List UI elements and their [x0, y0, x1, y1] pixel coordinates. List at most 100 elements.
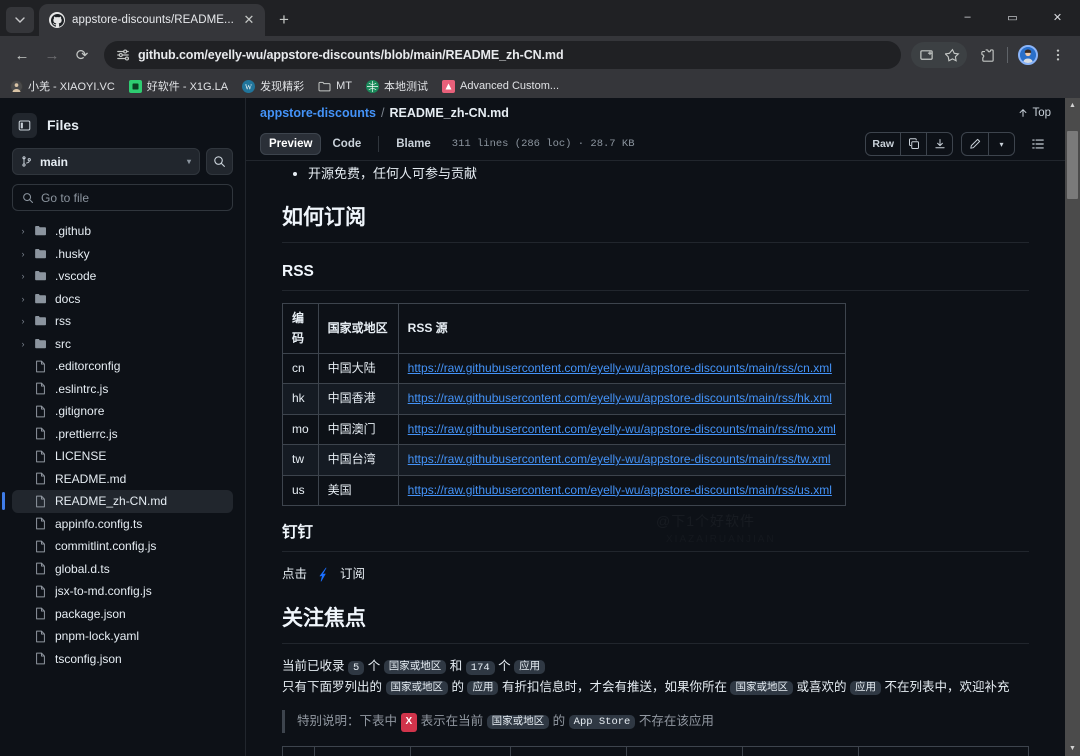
tree-item-package-json[interactable]: ›package.json: [12, 603, 233, 626]
tree-item-pnpm-lock-yaml[interactable]: ›pnpm-lock.yaml: [12, 625, 233, 648]
window-controls: – ▭ ✕: [945, 0, 1080, 34]
tree-item--vscode[interactable]: › .vscode: [12, 265, 233, 288]
dingtalk-prefix: 点击: [282, 567, 308, 582]
tree-item-readme-md[interactable]: ›README.md: [12, 468, 233, 491]
puzzle-icon[interactable]: [973, 41, 1001, 69]
cell-region: 美国: [317, 474, 399, 507]
tree-item-label: .gitignore: [55, 404, 105, 419]
tab-code[interactable]: Code: [323, 133, 370, 155]
go-to-file-placeholder: Go to file: [41, 190, 90, 205]
bookmark-label: 发现精彩: [260, 81, 305, 93]
minimize-button[interactable]: –: [945, 0, 990, 34]
bookmark-item[interactable]: W 发现精彩: [242, 78, 304, 94]
new-tab-button[interactable]: +: [271, 7, 297, 33]
dingtalk-suffix: 订阅: [340, 567, 366, 582]
chevron-right-icon: ›: [21, 271, 25, 282]
focus-p2-b: 的: [451, 680, 464, 695]
tune-icon[interactable]: [116, 48, 130, 62]
scroll-down-icon[interactable]: ▼: [1065, 741, 1080, 756]
tab-search-button[interactable]: [6, 7, 34, 33]
cast-icon[interactable]: [913, 42, 939, 68]
col-header-feed: RSS 源: [397, 303, 846, 355]
rss-feed-link[interactable]: https://raw.githubusercontent.com/eyelly…: [408, 452, 831, 466]
file-actions: Raw ▾: [865, 132, 1051, 156]
edit-group: ▾: [961, 132, 1015, 156]
maximize-button[interactable]: ▭: [990, 0, 1035, 34]
scroll-up-icon[interactable]: ▲: [1065, 98, 1080, 113]
copy-icon[interactable]: [900, 133, 926, 155]
rss-table: 编码 国家或地区 RSS 源 cn 中国大陆 https://raw.githubu…: [282, 303, 846, 507]
tree-item-jsx-to-md-config-js[interactable]: ›jsx-to-md.config.js: [12, 580, 233, 603]
top-link-label: Top: [1032, 107, 1051, 119]
col-header-cn: 中国大陆 (cn): [410, 745, 511, 756]
sidebar-toggle-icon[interactable]: [12, 112, 37, 138]
tree-item-tsconfig-json[interactable]: ›tsconfig.json: [12, 648, 233, 671]
dingtalk-icon[interactable]: [314, 565, 333, 584]
tab-preview[interactable]: Preview: [260, 133, 322, 155]
rss-feed-link[interactable]: https://raw.githubusercontent.com/eyelly…: [408, 391, 832, 405]
page-scrollbar[interactable]: ▲ ▼: [1065, 98, 1080, 756]
download-icon[interactable]: [926, 133, 952, 155]
tree-item--github[interactable]: › .github: [12, 220, 233, 243]
branch-selector[interactable]: main ▾: [12, 148, 200, 175]
bookmark-item[interactable]: 本地测试: [365, 78, 428, 94]
browser-window: appstore-discounts/README... ✕ + – ▭ ✕ ←…: [0, 0, 1080, 756]
go-to-file-input[interactable]: Go to file: [12, 184, 233, 211]
markdown-scroll-region[interactable]: 完善 开源免费，任何人可参与贡献 如何订阅 RSS 编码 国家或地区 RSS 源: [246, 161, 1065, 756]
tree-item-global-d-ts[interactable]: ›global.d.ts: [12, 558, 233, 581]
close-window-button[interactable]: ✕: [1035, 0, 1080, 34]
tree-item-src[interactable]: › src: [12, 333, 233, 356]
tree-item-label: .husky: [55, 246, 90, 261]
tree-item--editorconfig[interactable]: ›.editorconfig: [12, 355, 233, 378]
file-meta: 311 lines (286 loc) · 28.7 KB: [451, 138, 635, 150]
file-icon: [34, 630, 49, 643]
branch-row: main ▾: [12, 148, 233, 175]
tree-item--gitignore[interactable]: ›.gitignore: [12, 400, 233, 423]
tree-item--prettierrc-js[interactable]: ›.prettierrc.js: [12, 423, 233, 446]
star-icon[interactable]: [939, 42, 965, 68]
file-tree: › .github › .husky › .vscode › docs › rss › src ›.ed…: [2, 220, 233, 671]
tree-item-license[interactable]: ›LICENSE: [12, 445, 233, 468]
bookmark-label: MT: [336, 80, 352, 92]
bookmark-item[interactable]: Advanced Custom...: [441, 79, 559, 93]
branch-name: main: [40, 154, 69, 169]
pencil-icon[interactable]: [962, 133, 988, 155]
outline-icon[interactable]: [1025, 132, 1051, 156]
file-toolbar: Preview Code Blame 311 lines (286 loc) ·…: [246, 128, 1065, 161]
tab-blame[interactable]: Blame: [387, 133, 440, 155]
scrollbar-thumb[interactable]: [1067, 131, 1078, 199]
tree-item-rss[interactable]: › rss: [12, 310, 233, 333]
back-button[interactable]: ←: [8, 41, 36, 69]
sidebar-search-button[interactable]: [206, 148, 233, 175]
edit-dropdown-caret[interactable]: ▾: [988, 133, 1014, 155]
bookmark-item[interactable]: 好软件 - X1G.LA: [128, 78, 228, 94]
breadcrumb-repo[interactable]: appstore-discounts: [260, 106, 376, 120]
tree-item-label: LICENSE: [55, 449, 107, 464]
bookmark-folder[interactable]: MT: [318, 80, 352, 93]
raw-button[interactable]: Raw: [866, 133, 900, 155]
forward-button[interactable]: →: [38, 41, 66, 69]
focus-paragraph-1: 当前已收录 5 个 国家或地区 和 174 个 应用: [282, 656, 1029, 678]
close-icon[interactable]: ✕: [241, 12, 257, 28]
tree-item-label: pnpm-lock.yaml: [55, 629, 140, 644]
browser-tab[interactable]: appstore-discounts/README... ✕: [39, 4, 265, 36]
reload-button[interactable]: ⟳: [68, 41, 96, 69]
top-link[interactable]: Top: [1018, 107, 1051, 119]
tree-item--husky[interactable]: › .husky: [12, 243, 233, 266]
bookmark-item[interactable]: 小羌 - XIAOYI.VC: [10, 78, 115, 94]
tree-item-commitlint-config-js[interactable]: ›commitlint.config.js: [12, 535, 233, 558]
tree-item--eslintrc-js[interactable]: ›.eslintrc.js: [12, 378, 233, 401]
rss-feed-link[interactable]: https://raw.githubusercontent.com/eyelly…: [408, 361, 832, 375]
feature-list: 开源免费，任何人可参与贡献: [282, 163, 1029, 184]
tree-item-docs[interactable]: › docs: [12, 288, 233, 311]
tree-item-appinfo-config-ts[interactable]: ›appinfo.config.ts: [12, 513, 233, 536]
tree-item-readme-zh-cn-md[interactable]: ›README_zh-CN.md: [2, 490, 233, 513]
col-header-appid: App ID: [314, 745, 411, 756]
kebab-menu-icon[interactable]: [1044, 41, 1072, 69]
folder-icon: [34, 292, 49, 306]
rss-feed-link[interactable]: https://raw.githubusercontent.com/eyelly…: [408, 483, 832, 497]
avatar[interactable]: [1014, 41, 1042, 69]
tree-item-label: commitlint.config.js: [55, 539, 157, 554]
address-bar[interactable]: github.com/eyelly-wu/appstore-discounts/…: [104, 41, 901, 69]
rss-feed-link[interactable]: https://raw.githubusercontent.com/eyelly…: [408, 422, 836, 436]
